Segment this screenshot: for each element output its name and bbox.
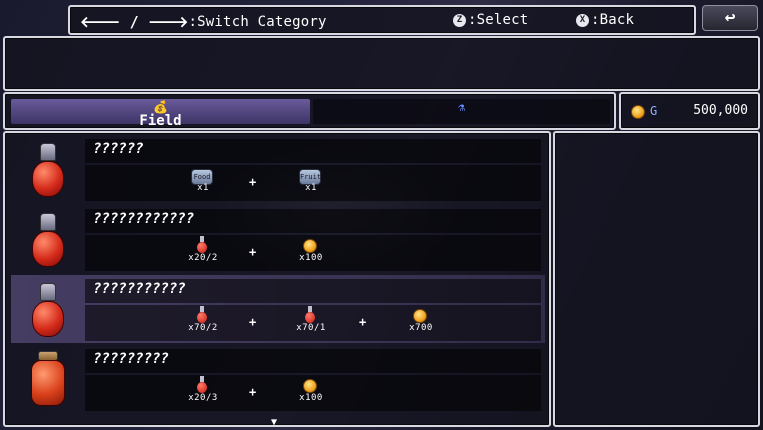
ingredient-qty: x20/2 [188, 253, 218, 263]
ingredient-qty: x100 [299, 393, 323, 403]
mini-potion-icon [197, 306, 207, 324]
back-button[interactable]: ↩ [702, 5, 758, 31]
gold-coin-icon [413, 309, 427, 323]
gold-coin-icon [303, 379, 317, 393]
back-hint: X :Back [576, 12, 634, 28]
plus-sign: + [249, 245, 257, 259]
ingredient-qty: x70/1 [296, 323, 326, 333]
red-potion-icon [31, 281, 65, 339]
recipe-name: ????????? [93, 351, 169, 367]
red-potion-icon [31, 211, 65, 269]
ingredient: Fruit x1 [281, 135, 341, 203]
recipe-row[interactable]: ???????????? x20/2 + x100 [11, 205, 545, 273]
ingredient-qty: x700 [409, 323, 433, 333]
gold-unit: G [650, 104, 658, 118]
plus-sign: + [249, 385, 257, 399]
ingredient-qty: x100 [299, 253, 323, 263]
help-bar: 🡐 / 🡒 :Switch Category Z :Select X :Back [68, 5, 696, 35]
ingredient: x700 [391, 275, 451, 343]
money-bag-icon: 💰 [153, 100, 168, 114]
ingredient: x100 [281, 345, 341, 413]
ingredient: x20/3 [173, 345, 233, 413]
ingredient-qty: x20/3 [188, 393, 218, 403]
left-right-arrows-icon: 🡐 / 🡒 [80, 13, 189, 31]
ingredient: x70/2 [173, 275, 233, 343]
blue-flask-icon: ⚗ [457, 100, 466, 114]
ingredient-qty: x70/2 [188, 323, 218, 333]
ingredient: x20/2 [173, 205, 233, 273]
ingredient: x100 [281, 205, 341, 273]
gold-coin-icon [303, 239, 317, 253]
switch-category-label: :Switch Category [188, 13, 327, 30]
item-info-window [553, 131, 760, 427]
plus-sign: + [249, 315, 257, 329]
plus-sign: + [249, 175, 257, 189]
gold-amount: 500,000 [693, 103, 748, 118]
ingredient-qty: x1 [197, 183, 209, 193]
recipe-row-selected[interactable]: ??????????? x70/2 + x70/1 + x700 [11, 275, 545, 343]
scroll-down-icon[interactable]: ▼ [271, 417, 277, 428]
x-key-icon: X [576, 13, 589, 27]
description-window [3, 36, 760, 91]
recipe-name: ??????????? [93, 281, 186, 297]
mini-potion-icon [197, 236, 207, 254]
tab-field[interactable]: 💰 Field [11, 99, 310, 129]
tab-field-label: Field [139, 113, 182, 129]
select-label: :Select [468, 12, 529, 28]
red-jar-icon [31, 351, 65, 409]
ingredient-qty: x1 [305, 183, 317, 193]
mini-potion-icon [305, 306, 315, 324]
mini-potion-icon [197, 376, 207, 394]
recipe-list: ?????? Food x1 + Fruit x1 ???????????? x… [3, 131, 551, 427]
category-window: 💰 Field ⚗ [3, 92, 616, 130]
z-key-icon: Z [453, 13, 466, 27]
ingredient: x70/1 [281, 275, 341, 343]
recipe-name: ?????? [93, 141, 144, 157]
back-label: :Back [591, 12, 635, 28]
gold-window: G 500,000 [619, 92, 760, 130]
plus-sign: + [359, 315, 367, 329]
select-hint: Z :Select [453, 12, 528, 28]
gold-coin-icon [631, 105, 645, 119]
ingredient: Food x1 [173, 135, 233, 203]
recipe-row[interactable]: ?????? Food x1 + Fruit x1 [11, 135, 545, 203]
return-arrow-icon: ↩ [724, 7, 736, 28]
recipe-row[interactable]: ????????? x20/3 + x100 [11, 345, 545, 413]
red-potion-icon [31, 141, 65, 199]
switch-category-hint: 🡐 / 🡒 :Switch Category [80, 12, 327, 31]
tab-potion[interactable]: ⚗ [313, 99, 610, 124]
